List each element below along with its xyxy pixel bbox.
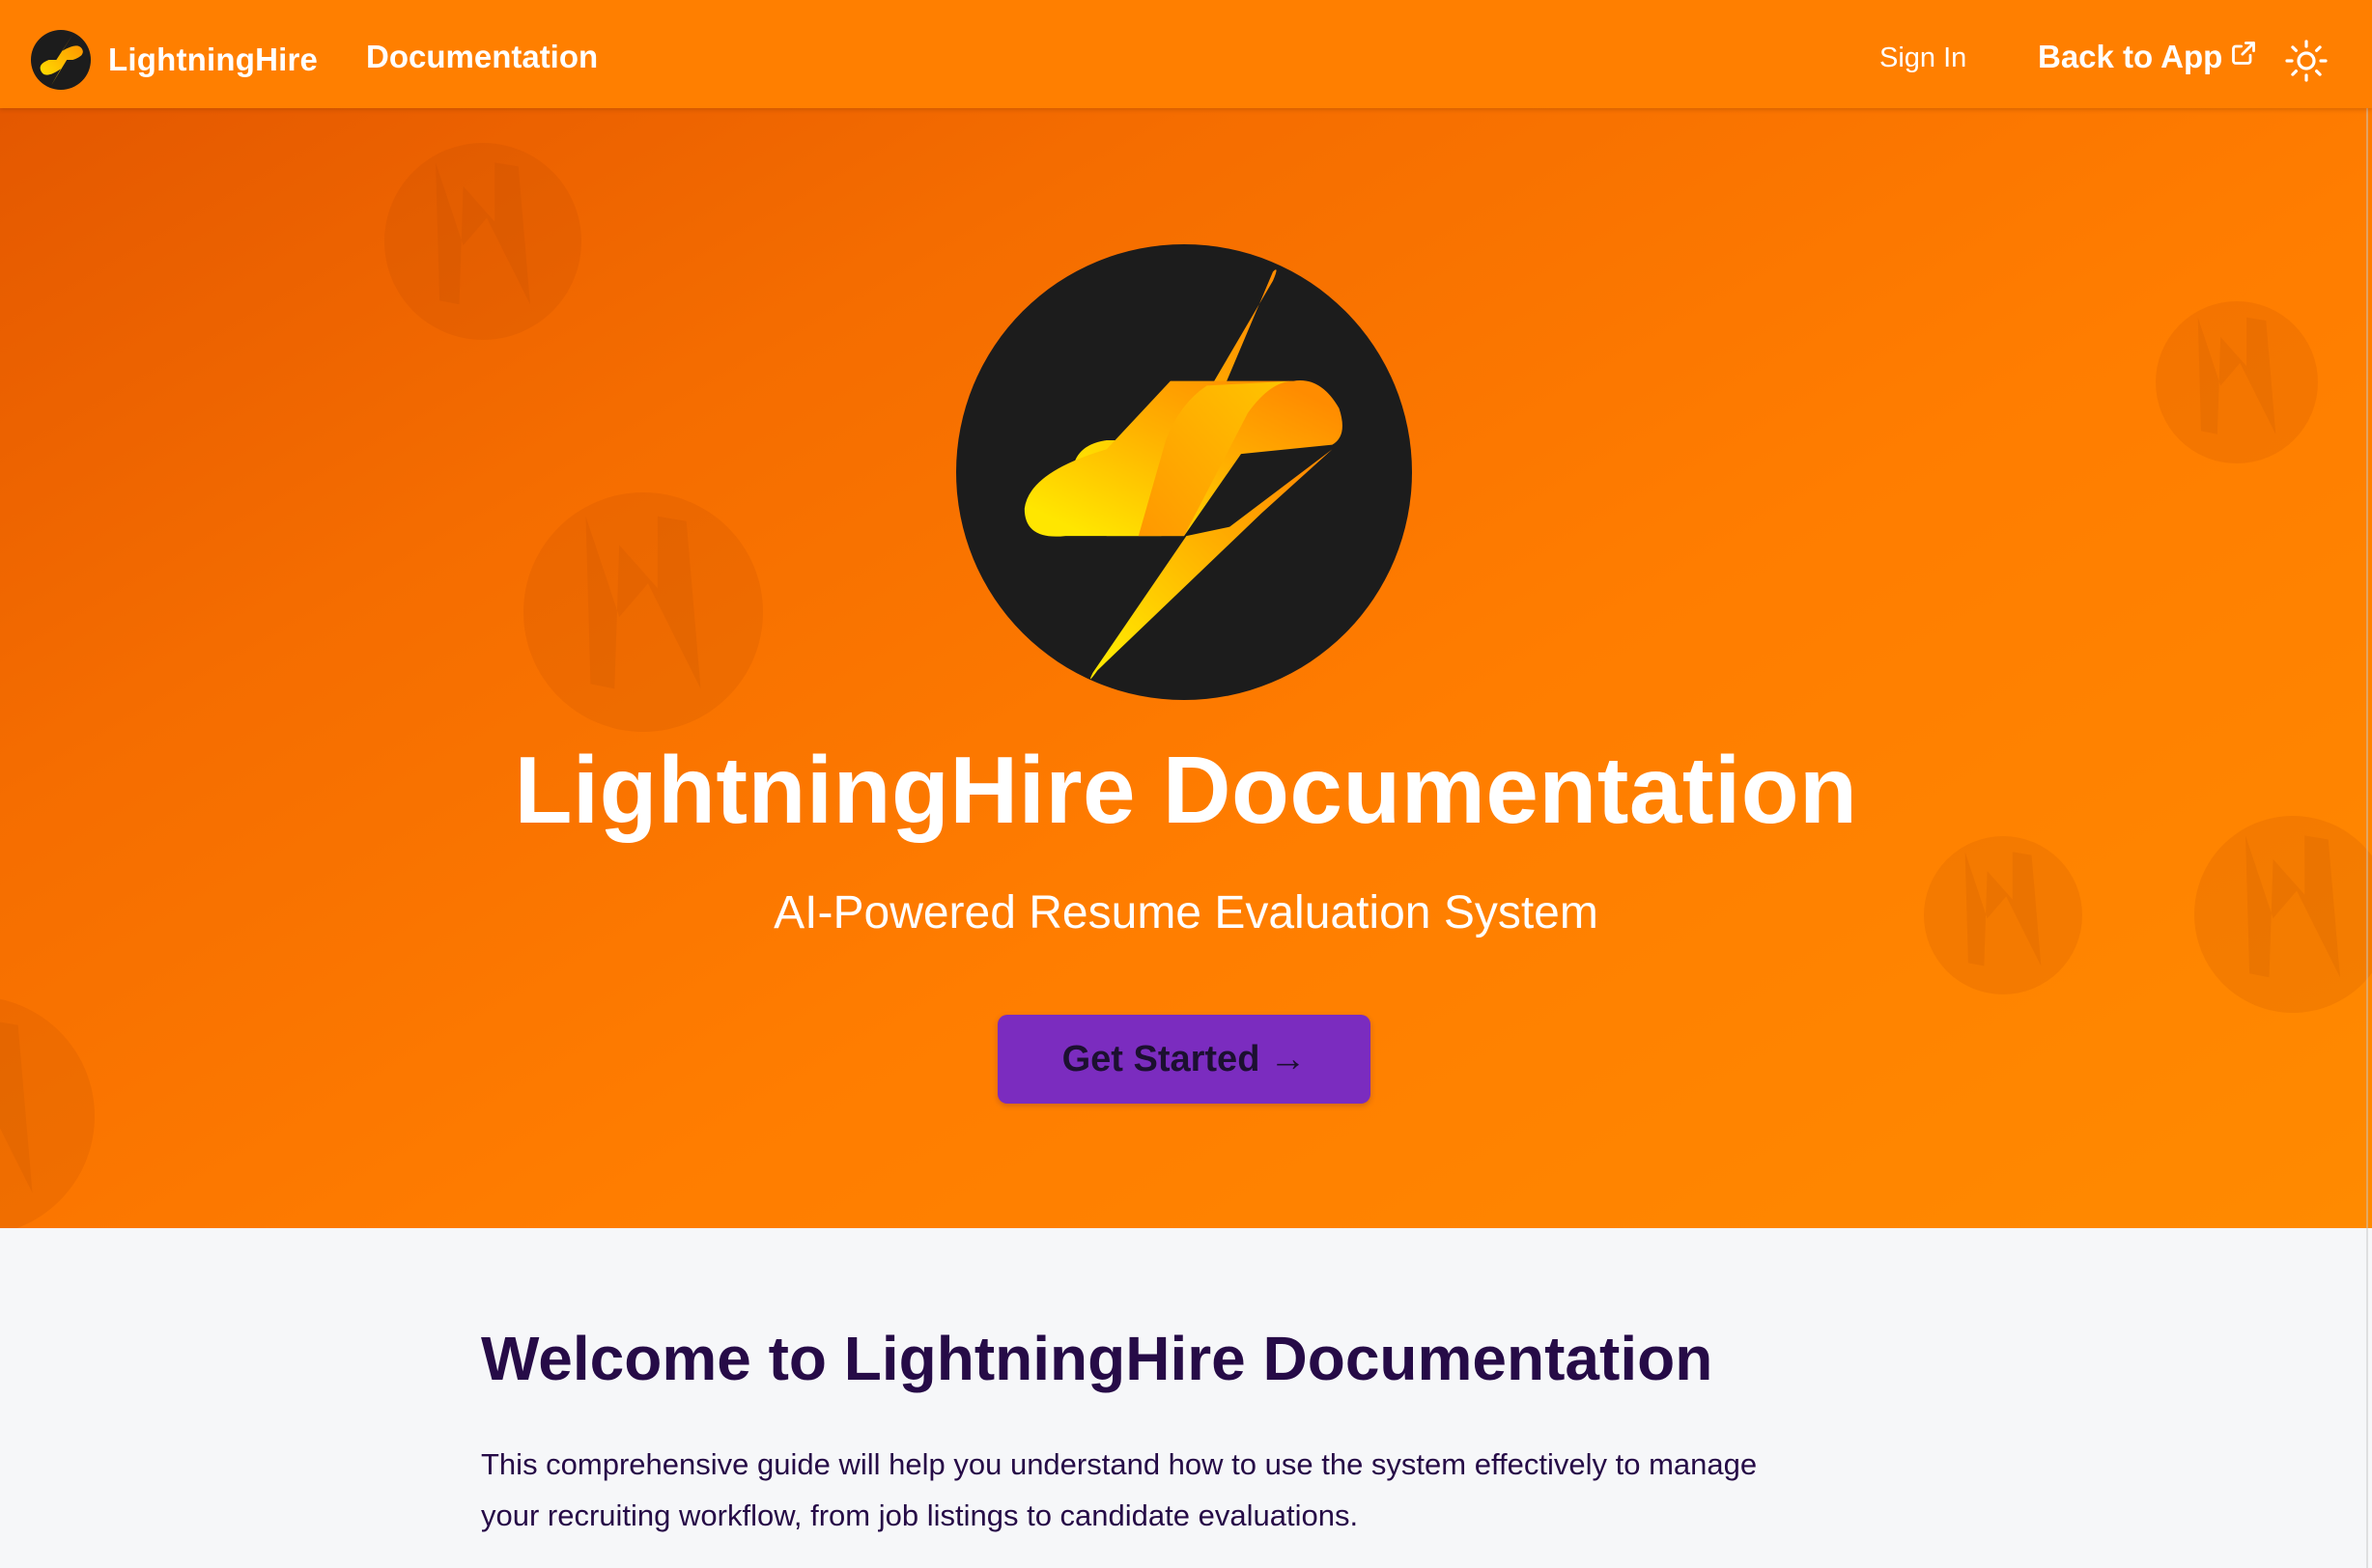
hero-subtitle: AI-Powered Resume Evaluation System bbox=[774, 887, 1598, 938]
hero-title: LightningHire Documentation bbox=[514, 737, 1858, 843]
scrollbar-edge bbox=[2366, 0, 2368, 1568]
watermark-logo-icon bbox=[523, 492, 763, 732]
watermark-logo-icon bbox=[0, 998, 95, 1228]
back-to-app-label: Back to App bbox=[2038, 39, 2223, 74]
get-started-label: Get Started bbox=[1061, 1038, 1260, 1079]
watermark-logo-icon bbox=[384, 143, 581, 340]
nav-documentation-link[interactable]: Documentation bbox=[366, 39, 598, 75]
hero-section: LightningHire Documentation AI-Powered R… bbox=[0, 108, 2372, 1228]
back-to-app-link[interactable]: Back to App bbox=[2038, 39, 2257, 75]
arrow-right-icon: → bbox=[1269, 1038, 1307, 1079]
sign-in-link[interactable]: Sign In bbox=[1879, 42, 1966, 74]
brand-name: LightningHire bbox=[108, 42, 319, 77]
main-content: Welcome to LightningHire Documentation T… bbox=[0, 1228, 2372, 1568]
brand-home-link[interactable]: LightningHire bbox=[31, 30, 318, 90]
lightning-logo-icon bbox=[31, 30, 91, 90]
external-link-icon bbox=[2232, 42, 2256, 65]
welcome-heading: Welcome to LightningHire Documentation bbox=[481, 1324, 1713, 1393]
get-started-button[interactable]: Get Started → bbox=[998, 1015, 1370, 1104]
watermark-logo-icon bbox=[2156, 301, 2318, 463]
welcome-intro-text: This comprehensive guide will help you u… bbox=[481, 1447, 1758, 1532]
hero-lightning-logo-icon bbox=[956, 244, 1412, 700]
top-navbar: LightningHire Documentation Sign In Back… bbox=[0, 0, 2372, 108]
sun-icon[interactable] bbox=[2285, 40, 2328, 82]
